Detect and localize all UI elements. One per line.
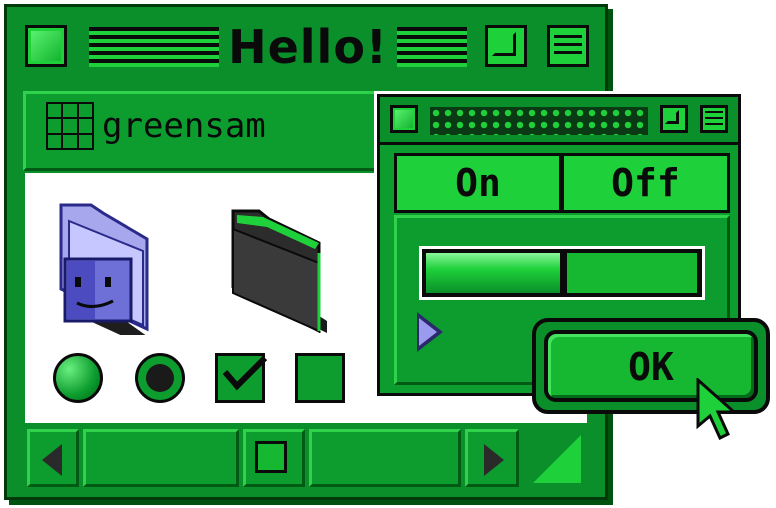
collapse-icon: [554, 35, 582, 57]
progress-bar: [419, 246, 705, 300]
on-off-segmented-control: On Off: [394, 153, 730, 213]
scroll-left-button[interactable]: [27, 429, 79, 487]
zoom-box[interactable]: [485, 25, 527, 67]
dialog-zoom-box[interactable]: [660, 105, 688, 133]
resize-grip-icon: [533, 435, 581, 483]
checkmark-icon: [222, 355, 267, 391]
scroll-track-right[interactable]: [309, 429, 461, 487]
segment-off[interactable]: Off: [564, 156, 727, 210]
radio-button-unselected[interactable]: [53, 353, 103, 403]
resize-grip[interactable]: [527, 429, 589, 491]
radio-button-dark[interactable]: [135, 353, 185, 403]
collapse-box[interactable]: [547, 25, 589, 67]
dark-folder-icon[interactable]: [223, 203, 353, 334]
segment-on[interactable]: On: [397, 156, 559, 210]
collapse-icon: [705, 111, 723, 127]
title-bar[interactable]: Hello!: [7, 7, 605, 85]
horizontal-scrollbar[interactable]: [23, 425, 523, 491]
zoom-icon: [492, 32, 516, 56]
segment-on-label: On: [455, 161, 501, 205]
radio-dot: [146, 364, 174, 392]
dialog-title-bar[interactable]: [380, 97, 738, 145]
scroll-left-icon: [42, 444, 62, 476]
close-icon: [395, 110, 413, 128]
title-stripes-right: [397, 27, 467, 67]
segment-off-label: Off: [611, 161, 680, 205]
grid-view-icon[interactable]: [46, 102, 94, 150]
dialog-collapse-box[interactable]: [700, 105, 728, 133]
zoom-icon: [665, 110, 679, 124]
title-stripes-left: [89, 27, 219, 67]
scroll-thumb-grip: [255, 441, 287, 473]
scroll-right-icon: [484, 444, 504, 476]
address-text: greensam: [102, 106, 266, 146]
progress-empty: [567, 253, 697, 293]
finder-folder-icon[interactable]: [51, 199, 171, 349]
checkbox-checked[interactable]: [215, 353, 267, 403]
scroll-track-left[interactable]: [83, 429, 239, 487]
progress-fill: [426, 253, 560, 293]
window-title: Hello!: [228, 20, 388, 74]
progress-track: [422, 249, 702, 297]
close-icon: [31, 31, 61, 61]
dialog-title-pattern: [430, 107, 648, 135]
dialog-close-box[interactable]: [390, 105, 418, 133]
disclosure-triangle-fill: [419, 318, 437, 346]
close-box[interactable]: [25, 25, 67, 67]
ok-button-label: OK: [628, 345, 674, 389]
scroll-right-button[interactable]: [465, 429, 519, 487]
cursor-arrow-icon: [694, 376, 744, 441]
scroll-thumb[interactable]: [243, 429, 305, 487]
checkbox-unchecked[interactable]: [295, 353, 345, 403]
